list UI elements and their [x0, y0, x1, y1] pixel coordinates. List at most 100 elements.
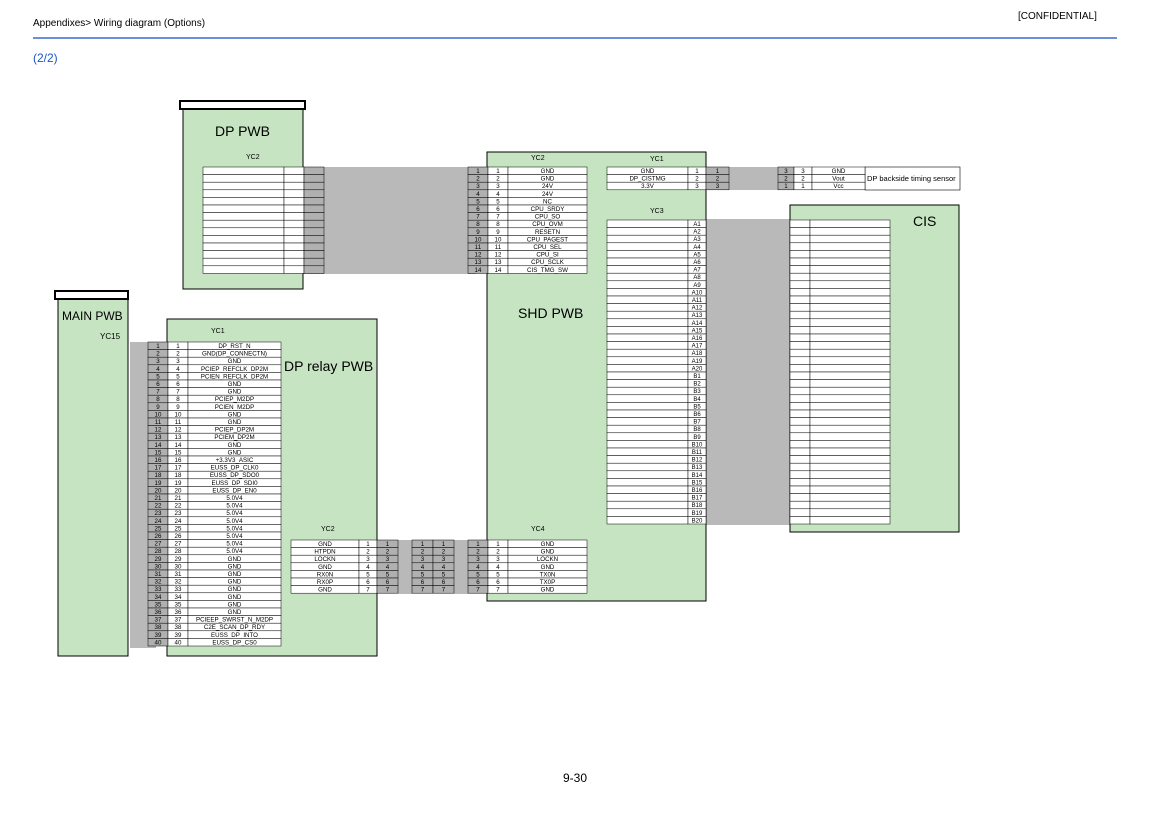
- cable-dp-to-shd: [304, 167, 476, 274]
- shd-yc2-signal-7: CPU_SO: [535, 214, 561, 221]
- shd-yc2-signal-1: GND: [541, 168, 555, 175]
- shd-yc2-pin-1: 1: [496, 168, 500, 175]
- shd-yc3-pin-A10: A10: [692, 290, 703, 296]
- shd-yc3-pin-A7: A7: [693, 268, 701, 274]
- cis-pin-A1-cell: [789, 219, 811, 228]
- main-yc15-plug-1: 1: [156, 343, 160, 350]
- relay-yc1-pin-24: 24: [175, 518, 182, 525]
- main-pwb-label: MAIN PWB: [62, 309, 123, 323]
- relay-yc1-pin-30: 30: [175, 563, 182, 570]
- cable-shd-to-cis: [706, 219, 790, 525]
- cis-pin-A12-cell: [789, 303, 811, 312]
- dp-yc2-signal-5-cell: [202, 197, 285, 206]
- main-yc15-plug-30: 30: [155, 563, 162, 570]
- main-yc15-plug-6: 6: [156, 381, 160, 388]
- shd-yc4-plug-7: 7: [476, 587, 480, 594]
- cis-signal-A9-cell: [809, 280, 891, 289]
- shd-yc3-signal-A6-cell: [606, 257, 689, 266]
- dp-yc2-pin-7-cell: [283, 212, 305, 221]
- dp-yc2-pin-10-cell: [283, 235, 305, 244]
- dp-pwb-connector-label: YC2: [246, 154, 260, 161]
- shd-yc3-signal-A1-cell: [606, 219, 689, 228]
- shd-yc3-signal-A7-cell: [606, 265, 689, 274]
- dp-yc2-plug-3-cell: [303, 181, 325, 191]
- harness-b-pin-7: 7: [442, 587, 446, 594]
- sensor-plug-2: 2: [784, 176, 788, 183]
- cis-signal-A5-cell: [809, 250, 891, 259]
- relay-yc1-signal-4: PCIEP_REFCLK_DP2M: [201, 366, 268, 373]
- main-yc15-plug-11: 11: [155, 419, 162, 426]
- dp-yc2-pin-14-cell: [283, 265, 305, 274]
- relay-yc1-signal-29: GND: [228, 556, 242, 563]
- shd-yc4-signal-2: GND: [541, 549, 555, 556]
- shd-yc3-label: YC3: [650, 208, 664, 215]
- shd-yc4-pin-6: 6: [496, 579, 500, 586]
- harness-b-pin-1: 1: [442, 541, 446, 548]
- cis-signal-A13-cell: [809, 310, 891, 320]
- main-pwb-connector-label: YC15: [100, 332, 121, 341]
- shd-yc3-signal-A8-cell: [606, 272, 689, 282]
- cis-pin-A2-cell: [789, 227, 811, 236]
- cis-signal-B9-cell: [809, 432, 891, 441]
- cis-signal-A6-cell: [809, 257, 891, 266]
- relay-yc2-pin-7: 7: [366, 587, 370, 594]
- cis-signal-B1-cell: [809, 371, 891, 380]
- relay-yc1-signal-21: 5.0V4: [226, 495, 243, 502]
- cis-pin-A18-cell: [789, 348, 811, 358]
- cis-pin-B5-cell: [789, 402, 811, 411]
- dp-yc2-signal-9-cell: [202, 227, 285, 236]
- relay-yc1-pin-10: 10: [175, 411, 182, 418]
- shd-yc2-pin-10: 10: [495, 236, 502, 243]
- relay-yc1-pin-32: 32: [175, 579, 182, 586]
- shd-yc2-pin-9: 9: [496, 229, 500, 236]
- shd-yc3-pin-B18: B18: [692, 503, 703, 509]
- shd-yc3-pin-A12: A12: [692, 306, 703, 312]
- relay-yc1-pin-21: 21: [175, 495, 182, 502]
- cis-signal-B4-cell: [809, 394, 891, 403]
- cis-pin-A11-cell: [789, 295, 811, 304]
- relay-yc1-pin-40: 40: [175, 639, 182, 646]
- shd-yc2-label: YC2: [531, 155, 545, 162]
- shd-yc1-plug-1: 1: [716, 168, 720, 175]
- shd-yc4-plug-1: 1: [476, 541, 480, 548]
- shd-yc3-pin-A13: A13: [692, 313, 703, 319]
- main-yc15-plug-9: 9: [156, 404, 160, 411]
- shd-yc3-pin-B14: B14: [692, 473, 703, 479]
- main-yc15-plug-38: 38: [155, 624, 162, 631]
- dp-yc2-pin-3-cell: [283, 181, 305, 191]
- main-yc15-plug-32: 32: [155, 579, 162, 586]
- sensor-signal-3: GND: [832, 168, 846, 175]
- cis-pin-A19-cell: [789, 356, 811, 365]
- shd-yc4-signal-5: TX0N: [540, 571, 556, 578]
- cis-signal-B18-cell: [809, 500, 891, 510]
- relay-yc2-plug-4: 4: [386, 564, 390, 571]
- main-yc15-plug-17: 17: [155, 465, 162, 472]
- relay-yc2-plug-1: 1: [386, 541, 390, 548]
- cis-pin-B17-cell: [789, 493, 811, 502]
- cis-pin-A20-cell: [789, 364, 811, 373]
- shd-yc3-signal-A5-cell: [606, 250, 689, 259]
- dp-pwb-label: DP PWB: [215, 123, 270, 139]
- harness-a-pin-6: 6: [421, 579, 425, 586]
- cis-pin-B4-cell: [789, 394, 811, 403]
- main-yc15-plug-12: 12: [155, 427, 162, 434]
- dp-yc2-pin-6-cell: [283, 204, 305, 213]
- dp-yc2-pin-9-cell: [283, 227, 305, 236]
- shd-yc2-pin-14: 14: [495, 267, 502, 274]
- relay-yc1-signal-1: DP_RST_N: [218, 343, 250, 350]
- shd-yc2-plug-12: 12: [475, 252, 482, 259]
- shd-yc4-signal-4: GND: [541, 564, 555, 571]
- shd-yc3-signal-B7-cell: [606, 417, 689, 426]
- cis-pin-B16-cell: [789, 485, 811, 494]
- harness-a-pin-3: 3: [421, 556, 425, 563]
- relay-yc2-signal-2: HTPDN: [314, 549, 335, 556]
- cis-signal-B5-cell: [809, 402, 891, 411]
- shd-yc3-signal-A16-cell: [606, 333, 689, 342]
- main-yc15-plug-18: 18: [155, 472, 162, 479]
- dp-relay-yc2-label: YC2: [321, 526, 335, 533]
- shd-yc3-pin-B12: B12: [692, 458, 703, 464]
- shd-yc2-signal-12: CPU_SI: [536, 252, 559, 259]
- dp-yc2-plug-1-cell: [303, 166, 325, 175]
- relay-yc1-pin-22: 22: [175, 503, 182, 510]
- cis-signal-B13-cell: [809, 462, 891, 472]
